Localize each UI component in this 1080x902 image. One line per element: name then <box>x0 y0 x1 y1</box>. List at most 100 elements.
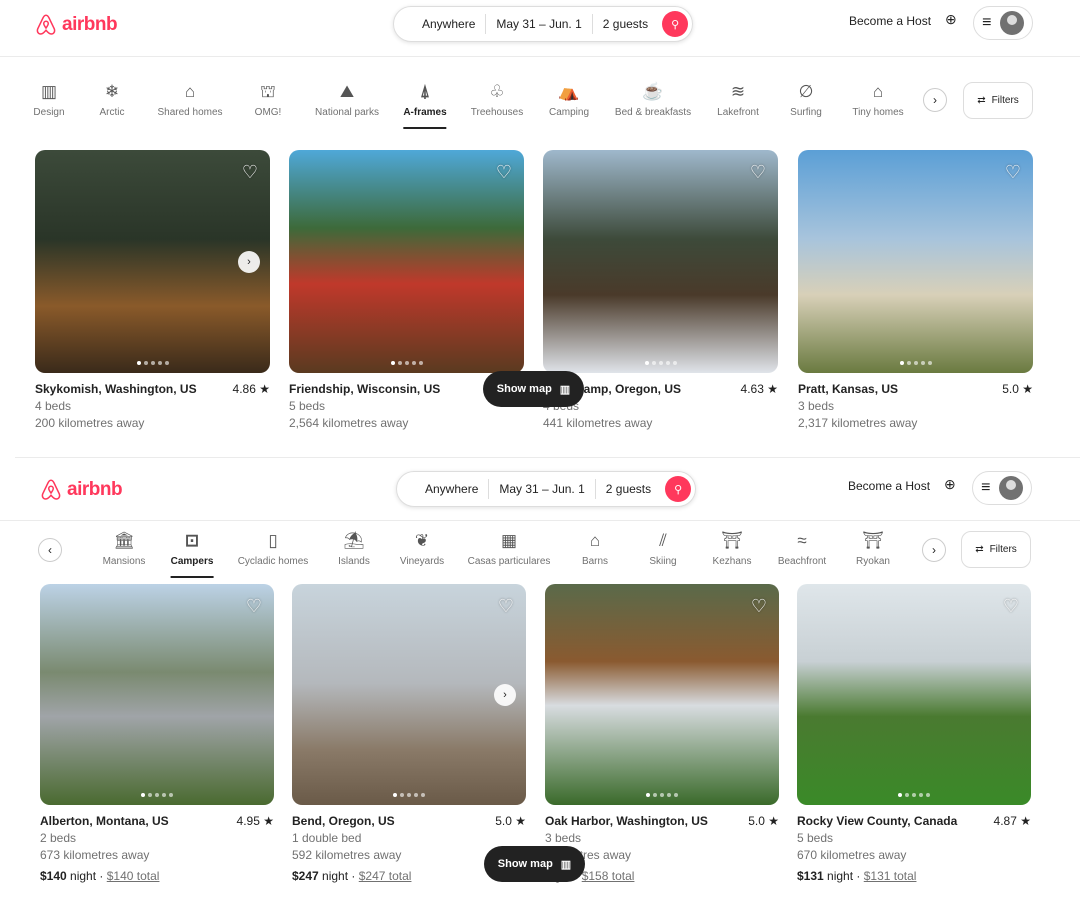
a-frame-icon: ⍋ <box>419 82 431 101</box>
listing-card[interactable]: ♡ Oak Harbor, Washington, US 5.0 ★ 3 beds ki… <box>545 584 779 883</box>
category-barns[interactable]: ⌂ Barns <box>582 531 608 567</box>
category-mansions[interactable]: 🏛 Mansions <box>103 531 146 567</box>
category-beachfront[interactable]: ≈ Beachfront <box>778 531 826 567</box>
category-campers[interactable]: ⊡ Campers <box>171 531 214 578</box>
search-guests[interactable]: 2 guests <box>593 17 658 31</box>
hamburger-icon: ≡ <box>981 479 991 496</box>
category-ryokan[interactable]: ⛩ Ryokan <box>856 531 890 567</box>
category-shared-homes[interactable]: ⌂ Shared homes <box>157 82 222 118</box>
listing-photo[interactable]: ♡ <box>797 584 1031 805</box>
dot <box>411 361 416 365</box>
user-menu-button[interactable]: ≡ <box>972 471 1032 505</box>
heart-icon[interactable]: ♡ <box>498 596 514 617</box>
listing-card[interactable]: ♡ Rocky View County, Canada 4.87 ★ 5 beds 67… <box>797 584 1031 883</box>
category-lakefront[interactable]: ≋ Lakefront <box>717 82 759 118</box>
heart-icon[interactable]: ♡ <box>246 596 262 617</box>
category-design[interactable]: ▥ Design <box>33 82 64 118</box>
total-price-link[interactable]: $140 total <box>107 869 160 883</box>
dot <box>920 361 925 365</box>
airbnb-logo[interactable]: airbnb <box>34 12 118 38</box>
search-bar[interactable]: Anywhere May 31 – Jun. 12 guests ⚲ <box>393 6 694 42</box>
scroll-right-button[interactable]: › <box>922 538 946 562</box>
listing-photo[interactable]: ♡ <box>40 584 274 805</box>
scroll-left-button[interactable]: ‹ <box>38 538 62 562</box>
category-skiing[interactable]: ⫽ Skiing <box>649 531 676 567</box>
category-a-frames[interactable]: ⍋ A-frames <box>403 82 446 129</box>
logo-text: airbnb <box>67 479 123 500</box>
category-national-parks[interactable]: ⛰ National parks <box>315 82 379 118</box>
listing-card[interactable]: ♡ Pratt, Kansas, US 5.0 ★ 3 beds 2,317 kilom… <box>798 150 1033 430</box>
heart-icon[interactable]: ♡ <box>1003 596 1019 617</box>
become-host-link[interactable]: Become a Host <box>849 14 931 28</box>
listing-photo[interactable]: ♡ › <box>35 150 270 373</box>
listing-photo[interactable]: ♡ <box>545 584 779 805</box>
heart-icon[interactable]: ♡ <box>496 162 512 183</box>
search-bar[interactable]: Anywhere May 31 – Jun. 12 guests ⚲ <box>396 471 697 507</box>
category-tiny-homes[interactable]: ⌂ Tiny homes <box>852 82 903 118</box>
user-menu-button[interactable]: ≡ <box>973 6 1033 40</box>
listing-beds: 2 beds <box>40 831 77 845</box>
heart-icon[interactable]: ♡ <box>750 162 766 183</box>
total-price-link[interactable]: $158 total <box>582 869 635 883</box>
category-label: Camping <box>548 107 590 118</box>
search-icon[interactable]: ⚲ <box>662 11 689 37</box>
search-guests[interactable]: 2 guests <box>596 482 661 496</box>
category-surfing[interactable]: ∅ Surfing <box>790 82 822 118</box>
dot <box>667 793 671 797</box>
dot <box>397 361 402 365</box>
category-cycladic-homes[interactable]: ▯ Cycladic homes <box>238 531 309 567</box>
category-label: National parks <box>315 107 379 118</box>
heart-icon[interactable]: ♡ <box>751 596 767 617</box>
listing-card[interactable]: ♡ Alberton, Montana, US 4.95 ★ 2 beds 673 ki… <box>40 584 274 883</box>
category-islands[interactable]: ⛱ Islands <box>338 531 370 567</box>
category-bed-breakfasts[interactable]: ☕ Bed & breakfasts <box>615 82 691 118</box>
sliders-icon: ⇄ <box>977 95 986 106</box>
listing-title: Friendship, Wisconsin, US <box>289 382 441 396</box>
category-label: Arctic <box>99 107 125 118</box>
design-icon: ▥ <box>40 82 58 101</box>
search-where[interactable]: Anywhere <box>412 17 485 31</box>
mansion-icon: 🏛 <box>113 531 135 550</box>
rating-value: 4.86 <box>232 382 256 396</box>
listing-photo[interactable]: ♡ <box>798 150 1033 373</box>
category-vineyards[interactable]: ❦ Vineyards <box>400 531 444 567</box>
category-camping[interactable]: ⛺ Camping <box>549 82 589 118</box>
listing-title: Rocky View County, Canada <box>797 814 958 828</box>
night-label: night <box>827 869 854 883</box>
category-casas-particulares[interactable]: ▦ Casas particulares <box>468 531 551 567</box>
snowflake-icon: ❄ <box>104 82 120 101</box>
category-kezhans[interactable]: ⛩ Kezhans <box>713 531 752 567</box>
globe-icon[interactable]: ⊕ <box>945 11 957 28</box>
show-map-button[interactable]: Show map ▥ <box>484 846 585 882</box>
next-photo-button[interactable]: › <box>238 250 260 273</box>
airbnb-logo[interactable]: airbnb <box>39 477 123 503</box>
search-dates[interactable]: May 31 – Jun. 1 <box>486 17 591 31</box>
next-photo-button[interactable]: › <box>494 683 516 706</box>
listing-photo[interactable]: ♡ › <box>292 584 526 805</box>
category-label: Cycladic homes <box>237 556 309 567</box>
become-host-link[interactable]: Become a Host <box>848 479 930 493</box>
category-omg-[interactable]: ⛫ OMG! <box>255 82 282 118</box>
rating-value: 4.87 <box>993 814 1017 828</box>
dot <box>899 361 904 365</box>
category-arctic[interactable]: ❄ Arctic <box>100 82 125 118</box>
total-price-link[interactable]: $131 total <box>864 869 917 883</box>
listing-photo[interactable]: ♡ <box>543 150 778 373</box>
search-dates[interactable]: May 31 – Jun. 1 <box>489 482 594 496</box>
total-price-link[interactable]: $247 total <box>359 869 412 883</box>
listing-card[interactable]: ♡ › Bend, Oregon, US 5.0 ★ 1 double bed 592 k… <box>292 584 526 883</box>
dot <box>912 793 916 797</box>
globe-icon[interactable]: ⊕ <box>944 476 956 493</box>
listing-title: Alberton, Montana, US <box>40 814 169 828</box>
listing-photo[interactable]: ♡ <box>289 150 524 373</box>
heart-icon[interactable]: ♡ <box>242 162 258 183</box>
heart-icon[interactable]: ♡ <box>1005 162 1021 183</box>
filters-button[interactable]: ⇄ Filters <box>963 82 1033 119</box>
filters-button[interactable]: ⇄ Filters <box>961 531 1031 568</box>
search-where[interactable]: Anywhere <box>415 482 488 496</box>
category-treehouses[interactable]: ♧ Treehouses <box>471 82 523 118</box>
show-map-button[interactable]: Show map ▥ <box>483 371 584 407</box>
scroll-right-button[interactable]: › <box>923 88 947 112</box>
search-icon[interactable]: ⚲ <box>665 476 692 502</box>
listing-card[interactable]: ♡ › Skykomish, Washington, US 4.86 ★ 4 beds 2… <box>35 150 270 430</box>
